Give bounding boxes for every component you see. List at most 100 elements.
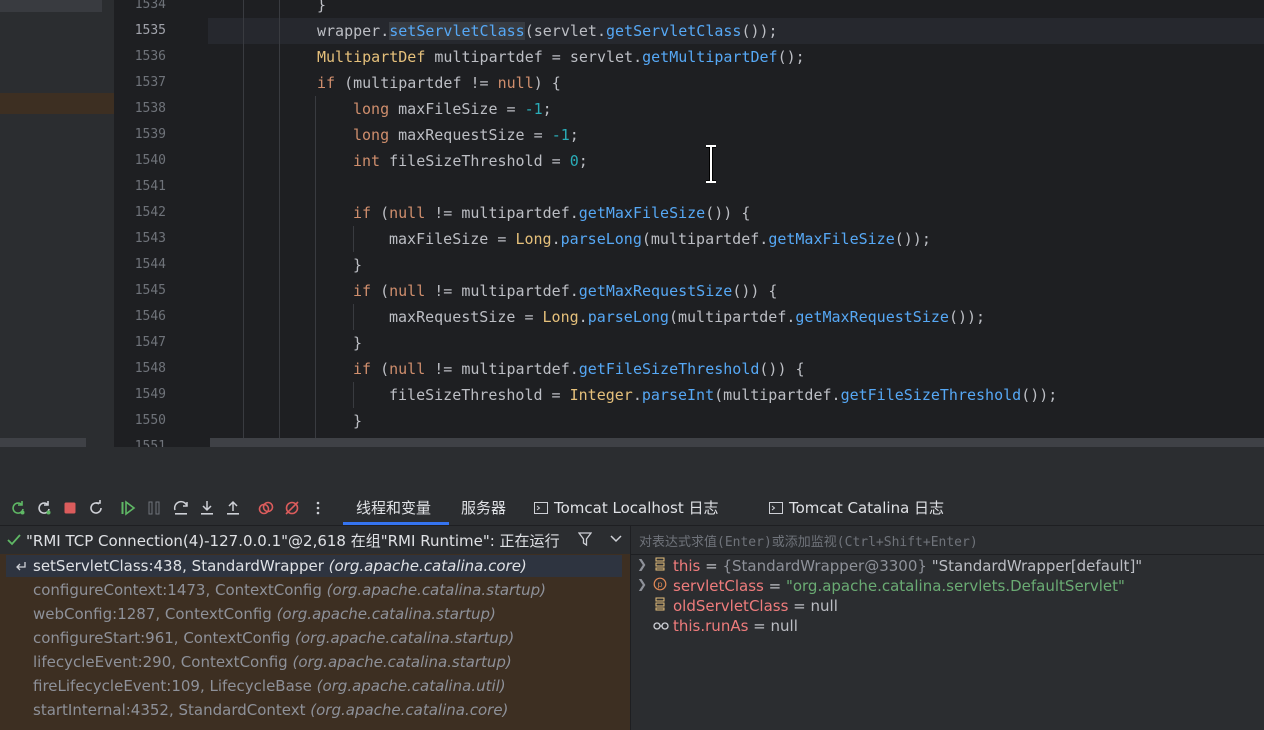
line-number: 1547 <box>134 335 166 350</box>
code-line: int fileSizeThreshold = 0; <box>353 152 588 170</box>
panel-divider <box>0 447 1264 491</box>
view-breakpoints-icon[interactable] <box>257 499 275 517</box>
divider <box>631 554 1264 555</box>
side-scrollbar[interactable] <box>0 438 86 447</box>
code-editor[interactable]: 1534 1535 1536 1537 1538 1539 1540 1541 … <box>0 0 1264 447</box>
side-panel <box>0 0 114 447</box>
frame-item[interactable]: fireLifecycleEvent:109, LifecycleBase (o… <box>33 674 506 698</box>
check-icon <box>7 534 21 546</box>
variable-servletClass[interactable]: p servletClass = "org.apache.catalina.ser… <box>653 576 1125 596</box>
indent-guide <box>243 0 244 447</box>
code-line: long maxFileSize = -1; <box>353 100 552 118</box>
line-number: 1538 <box>134 101 166 116</box>
frame-item[interactable]: startInternal:4352, StandardContext (org… <box>33 698 508 722</box>
stop-icon[interactable] <box>61 499 79 517</box>
side-panel-highlight <box>0 93 114 114</box>
selected-tab-indicator <box>343 522 449 525</box>
frame-item[interactable]: setServletClass:438, StandardWrapper (or… <box>33 554 527 578</box>
indent-guide <box>279 0 280 447</box>
mute-breakpoints-icon[interactable] <box>283 499 301 517</box>
debug-toolbar: 线程和变量 服务器 Tomcat Localhost 日志 Tomcat Cat… <box>0 491 1264 526</box>
console-icon <box>769 502 783 514</box>
code-line: maxRequestSize = Long.parseLong(multipar… <box>389 308 986 326</box>
variable-oldServletClass[interactable]: oldServletClass = null <box>653 596 838 616</box>
line-number: 1540 <box>134 153 166 168</box>
debug-panel: 线程和变量 服务器 Tomcat Localhost 日志 Tomcat Cat… <box>0 491 1264 730</box>
line-number-current: 1535 <box>134 23 166 38</box>
step-into-icon[interactable] <box>198 499 216 517</box>
field-icon <box>653 556 667 576</box>
line-number: 1542 <box>134 205 166 220</box>
tab-tomcat-catalina-log[interactable]: Tomcat Catalina 日志 <box>769 491 944 525</box>
indent-guide <box>353 382 354 408</box>
indent-guide <box>353 304 354 330</box>
variable-this-runAs[interactable]: this.runAs = null <box>653 616 798 636</box>
line-gutter[interactable]: 1534 1535 1536 1537 1538 1539 1540 1541 … <box>114 0 208 447</box>
horizontal-scrollbar[interactable] <box>210 438 1264 447</box>
console-icon <box>534 502 548 514</box>
tab-server[interactable]: 服务器 <box>461 491 506 525</box>
chevron-right-icon[interactable]: ❯ <box>637 557 647 571</box>
variables-panel: 对表达式求值(Enter)或添加监视(Ctrl+Shift+Enter) ❯ t… <box>631 526 1264 730</box>
code-line: wrapper.setServletClass(servlet.getServl… <box>317 22 778 40</box>
line-number: 1545 <box>134 283 166 298</box>
tab-label: Tomcat Catalina 日志 <box>789 499 945 517</box>
thread-selector[interactable]: "RMI TCP Connection(4)-127.0.0.1"@2,618 … <box>0 526 630 554</box>
frame-item[interactable]: configureContext:1473, ContextConfig (or… <box>33 578 546 602</box>
line-number: 1534 <box>134 0 166 12</box>
code-line: maxFileSize = Long.parseLong(multipartde… <box>389 230 931 248</box>
chevron-down-icon[interactable] <box>610 535 622 543</box>
line-number: 1539 <box>134 127 166 142</box>
line-number: 1541 <box>134 179 166 194</box>
filter-icon[interactable] <box>578 532 592 546</box>
code-line: long maxRequestSize = -1; <box>353 126 579 144</box>
return-arrow-icon <box>16 562 26 571</box>
frames-panel: "RMI TCP Connection(4)-127.0.0.1"@2,618 … <box>0 526 631 730</box>
code-line: if (null != multipartdef.getMaxFileSize(… <box>353 204 751 222</box>
rerun-debug-icon[interactable] <box>35 499 53 517</box>
step-out-icon[interactable] <box>224 499 242 517</box>
indent-guide <box>315 96 316 447</box>
tab-tomcat-localhost-log[interactable]: Tomcat Localhost 日志 <box>534 491 719 525</box>
line-number: 1544 <box>134 257 166 272</box>
line-number: 1548 <box>134 361 166 376</box>
line-number: 1537 <box>134 75 166 90</box>
rerun-icon[interactable] <box>9 499 27 517</box>
line-number: 1550 <box>134 413 166 428</box>
code-line: } <box>317 0 327 14</box>
svg-text:p: p <box>657 580 662 589</box>
line-number: 1546 <box>134 309 166 324</box>
code-line: MultipartDef multipartdef = servlet.getM… <box>317 48 805 66</box>
code-line: if (null != multipartdef.getMaxRequestSi… <box>353 282 778 300</box>
tab-threads-variables[interactable]: 线程和变量 <box>356 491 431 525</box>
thread-label: "RMI TCP Connection(4)-127.0.0.1"@2,618 … <box>26 532 560 550</box>
tab-label: Tomcat Localhost 日志 <box>554 499 719 517</box>
indent-guide <box>353 226 354 252</box>
field-icon <box>653 596 667 616</box>
restart-icon[interactable] <box>87 499 105 517</box>
watch-glasses-icon <box>653 616 669 636</box>
code-line: } <box>353 256 363 274</box>
variable-this[interactable]: this = {StandardWrapper@3300} "StandardW… <box>653 556 1142 576</box>
more-icon[interactable] <box>309 499 327 517</box>
line-number: 1536 <box>134 49 166 64</box>
code-line: if (null != multipartdef.getFileSizeThre… <box>353 360 805 378</box>
parameter-icon: p <box>653 576 667 596</box>
frame-item[interactable]: lifecycleEvent:290, ContextConfig (org.a… <box>33 650 512 674</box>
chevron-right-icon[interactable]: ❯ <box>637 577 647 591</box>
frames-list: setServletClass:438, StandardWrapper (or… <box>0 554 630 730</box>
evaluate-expression-input[interactable]: 对表达式求值(Enter)或添加监视(Ctrl+Shift+Enter) <box>639 531 978 550</box>
resume-icon[interactable] <box>119 499 137 517</box>
code-line: if (multipartdef != null) { <box>317 74 561 92</box>
pause-icon[interactable] <box>145 499 163 517</box>
text-cursor-icon <box>706 145 716 183</box>
frame-item[interactable]: configureStart:961, ContextConfig (org.a… <box>33 626 514 650</box>
code-line: fileSizeThreshold = Integer.parseInt(mul… <box>389 386 1058 404</box>
frame-item[interactable]: webConfig:1287, ContextConfig (org.apach… <box>33 602 496 626</box>
code-line: } <box>353 412 363 430</box>
line-number: 1543 <box>134 231 166 246</box>
step-over-icon[interactable] <box>172 499 190 517</box>
line-number: 1549 <box>134 387 166 402</box>
line-number: 1551 <box>134 439 166 447</box>
side-panel-stub <box>0 0 102 12</box>
